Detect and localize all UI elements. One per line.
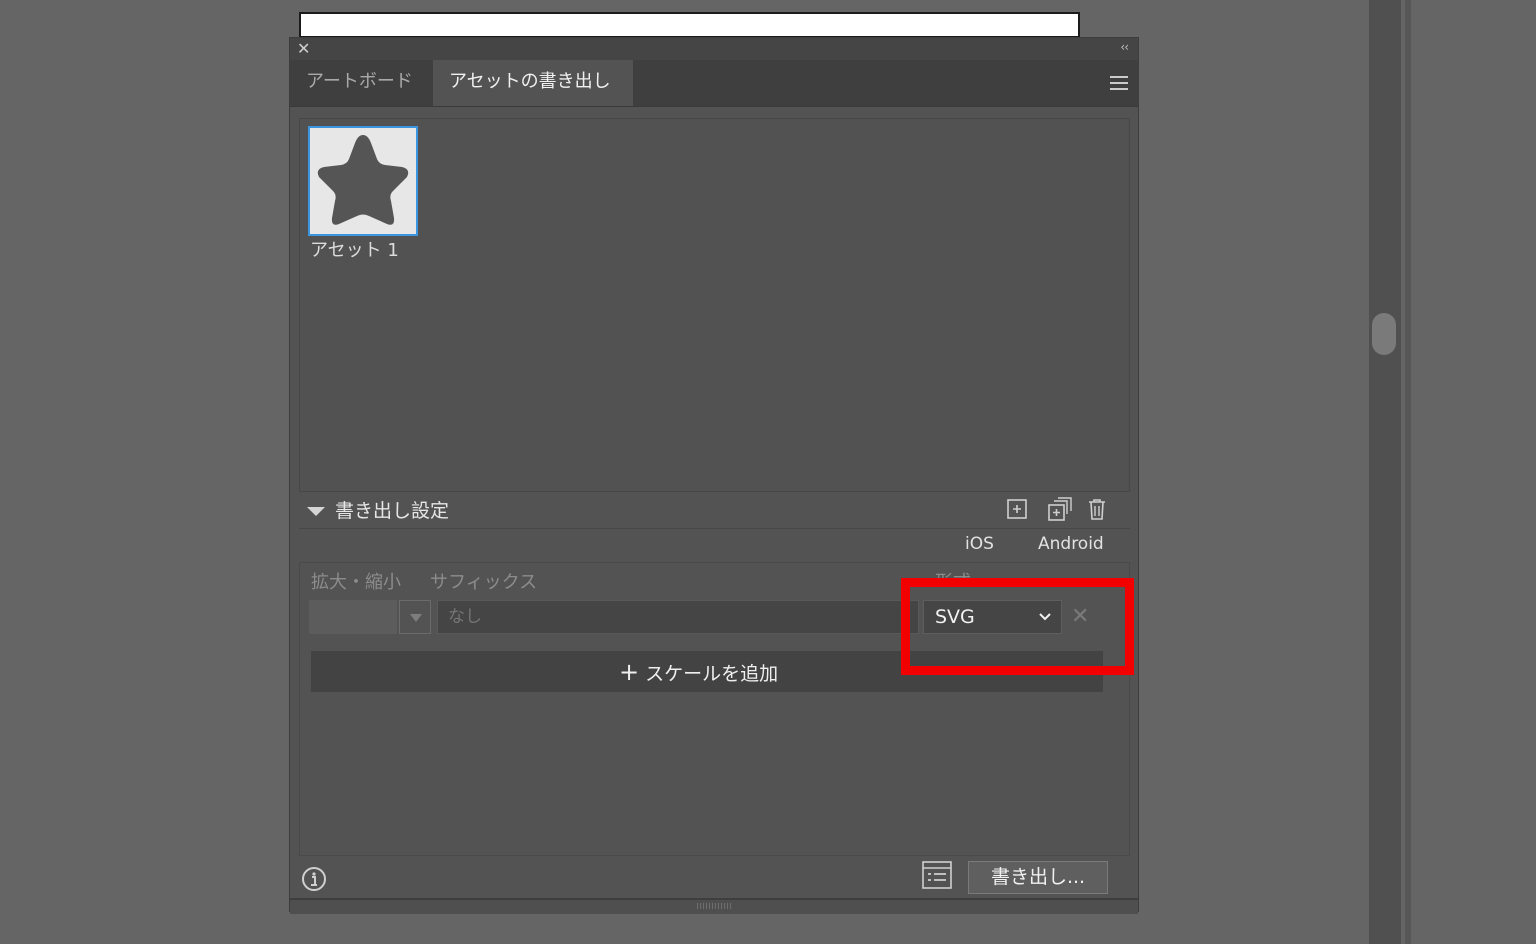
right-dock-divider	[1405, 0, 1411, 944]
asset-thumbnail[interactable]	[308, 126, 418, 236]
add-preset-icon[interactable]	[1005, 497, 1029, 521]
export-settings-title: 書き出し設定	[335, 500, 450, 522]
duplicate-preset-icon[interactable]	[1047, 497, 1072, 521]
trash-icon[interactable]	[1085, 497, 1109, 521]
panel-tabbar: アートボード アセットの書き出し	[290, 60, 1138, 107]
suffix-input[interactable]	[437, 600, 919, 634]
tab-artboards[interactable]: アートボード	[290, 60, 432, 106]
grip-marks	[697, 903, 731, 909]
scale-dropdown-button[interactable]	[399, 600, 431, 634]
asset-grid: アセット 1	[299, 118, 1130, 492]
artboard-canvas-edge	[299, 12, 1080, 38]
export-settings-header: 書き出し設定	[299, 494, 1130, 529]
scale-input[interactable]	[309, 600, 397, 634]
android-preset-link[interactable]: Android	[1038, 534, 1104, 554]
info-icon[interactable]	[301, 866, 327, 896]
export-button[interactable]: 書き出し...	[968, 861, 1108, 894]
close-icon[interactable]: ✕	[297, 39, 310, 58]
column-header-scale: 拡大・縮小	[311, 572, 401, 593]
right-dock-track	[1369, 0, 1401, 944]
disclosure-triangle-icon[interactable]	[307, 507, 325, 516]
panel-title-bar: ✕ ‹‹	[290, 38, 1138, 60]
tab-asset-export[interactable]: アセットの書き出し	[433, 60, 633, 106]
asset-label[interactable]: アセット 1	[310, 236, 399, 262]
column-header-suffix: サフィックス	[430, 572, 538, 593]
asset-export-panel: ✕ ‹‹ アートボード アセットの書き出し アセット 1 書き出し設定 iOS …	[289, 37, 1139, 914]
export-list-icon[interactable]	[922, 861, 952, 893]
add-scale-label: スケールを追加	[645, 663, 779, 685]
scrollbar-thumb[interactable]	[1372, 313, 1396, 355]
collapse-panel-icon[interactable]: ‹‹	[1120, 40, 1129, 54]
star-icon	[317, 135, 409, 225]
panel-menu-icon[interactable]	[1110, 76, 1128, 90]
format-highlight-box	[901, 578, 1134, 675]
ios-preset-link[interactable]: iOS	[965, 534, 994, 554]
plus-icon: +	[619, 658, 640, 686]
panel-resize-grip[interactable]	[290, 898, 1138, 914]
